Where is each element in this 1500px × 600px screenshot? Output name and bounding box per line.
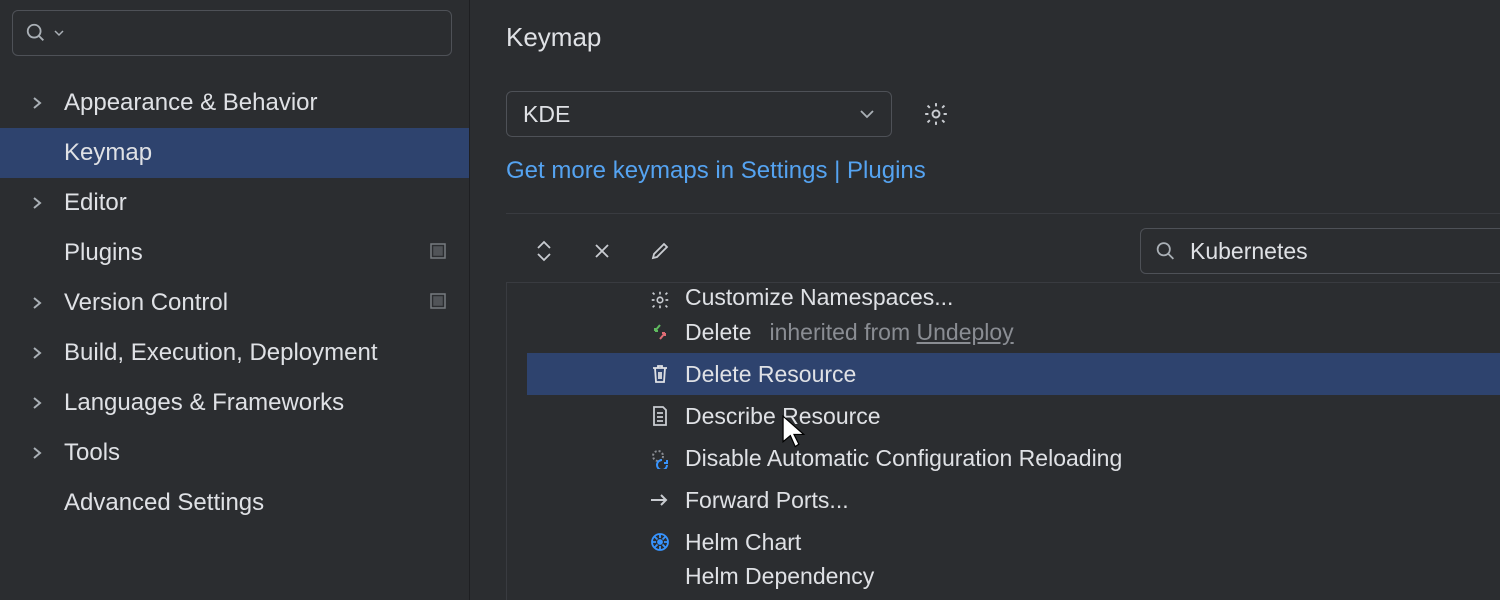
actions-toolbar	[506, 228, 1500, 274]
refresh-icon	[647, 447, 673, 469]
get-more-keymaps-link[interactable]: Get more keymaps in Settings | Plugins	[506, 157, 1500, 185]
sidebar-search-wrap	[0, 0, 469, 64]
sidebar-item-label: Languages & Frameworks	[64, 389, 457, 417]
expand-collapse-icon	[533, 239, 555, 263]
action-delete-resource[interactable]: Delete Resource	[527, 353, 1500, 395]
inherited-from-text: inherited from Undeploy	[769, 319, 1013, 346]
keymap-dropdown[interactable]: KDE	[506, 91, 892, 137]
sidebar-item-advanced-settings[interactable]: Advanced Settings	[0, 478, 469, 528]
actions-list: Customize Namespaces... Delete inherited…	[506, 282, 1500, 600]
chevron-right-icon	[28, 196, 46, 210]
helm-icon	[647, 531, 673, 553]
action-customize-namespaces[interactable]: Customize Namespaces...	[507, 283, 1500, 311]
gear-icon	[647, 289, 673, 311]
search-icon	[25, 22, 47, 44]
sidebar-item-appearance-behavior[interactable]: Appearance & Behavior	[0, 78, 469, 128]
sidebar-item-label: Tools	[64, 439, 457, 467]
pencil-icon	[649, 240, 671, 262]
sidebar-item-label: Plugins	[64, 239, 429, 267]
sidebar-item-label: Advanced Settings	[64, 489, 457, 517]
chevron-right-icon	[28, 346, 46, 360]
action-label: Describe Resource	[685, 403, 881, 430]
action-label: Customize Namespaces...	[685, 284, 953, 311]
sidebar-item-plugins[interactable]: Plugins	[0, 228, 469, 278]
inherited-link[interactable]: Undeploy	[917, 319, 1014, 345]
toolbar-icons	[506, 237, 674, 265]
action-search-input[interactable]	[1190, 238, 1486, 265]
settings-sidebar: Appearance & Behavior Keymap Editor Plug…	[0, 0, 470, 600]
sidebar-item-label: Build, Execution, Deployment	[64, 339, 457, 367]
main-panel: Keymap KDE Get more keymaps in Settings …	[470, 0, 1500, 600]
document-icon	[647, 405, 673, 427]
keymap-selector-row: KDE	[506, 91, 1500, 137]
action-label: Delete Resource	[685, 361, 856, 388]
undeploy-icon	[647, 321, 673, 343]
action-search-box[interactable]	[1140, 228, 1500, 274]
action-label: Helm Chart	[685, 529, 801, 556]
collapse-icon	[592, 241, 612, 261]
sidebar-item-label: Version Control	[64, 289, 429, 317]
action-label: Forward Ports...	[685, 487, 849, 514]
chevron-right-icon	[28, 96, 46, 110]
forward-icon	[647, 492, 673, 508]
sidebar-item-label: Appearance & Behavior	[64, 89, 457, 117]
page-title: Keymap	[506, 22, 1500, 53]
divider	[506, 213, 1500, 214]
window-icon	[429, 290, 447, 316]
sidebar-item-languages-frameworks[interactable]: Languages & Frameworks	[0, 378, 469, 428]
sidebar-item-keymap[interactable]: Keymap	[0, 128, 469, 178]
action-label: Delete	[685, 319, 751, 346]
search-icon	[1155, 239, 1176, 263]
action-label: Disable Automatic Configuration Reloadin…	[685, 445, 1122, 472]
action-disable-auto-reload[interactable]: Disable Automatic Configuration Reloadin…	[507, 437, 1500, 479]
sidebar-item-build-execution-deployment[interactable]: Build, Execution, Deployment	[0, 328, 469, 378]
dropdown-caret-icon	[53, 27, 65, 39]
action-label: Helm Dependency	[685, 563, 874, 590]
chevron-right-icon	[28, 446, 46, 460]
window-icon	[429, 240, 447, 266]
action-helm-chart[interactable]: Helm Chart	[507, 521, 1500, 563]
action-helm-dependency[interactable]: Helm Dependency	[507, 563, 1500, 593]
sidebar-item-label: Keymap	[64, 139, 457, 167]
collapse-all-button[interactable]	[588, 237, 616, 265]
sidebar-item-label: Editor	[64, 189, 457, 217]
settings-tree: Appearance & Behavior Keymap Editor Plug…	[0, 64, 469, 600]
edit-shortcut-button[interactable]	[646, 237, 674, 265]
sidebar-search-box[interactable]	[12, 10, 452, 56]
action-describe-resource[interactable]: Describe Resource	[507, 395, 1500, 437]
gear-icon	[923, 101, 949, 127]
sidebar-search-input[interactable]	[71, 22, 439, 45]
chevron-right-icon	[28, 396, 46, 410]
sidebar-item-editor[interactable]: Editor	[0, 178, 469, 228]
action-delete[interactable]: Delete inherited from Undeploy	[507, 311, 1500, 353]
trash-icon	[647, 363, 673, 385]
chevron-right-icon	[28, 296, 46, 310]
keymap-dropdown-value: KDE	[523, 101, 570, 128]
expand-collapse-button[interactable]	[530, 237, 558, 265]
keymap-settings-button[interactable]	[918, 96, 954, 132]
sidebar-item-version-control[interactable]: Version Control	[0, 278, 469, 328]
chevron-down-icon	[859, 108, 875, 120]
action-forward-ports[interactable]: Forward Ports...	[507, 479, 1500, 521]
sidebar-item-tools[interactable]: Tools	[0, 428, 469, 478]
